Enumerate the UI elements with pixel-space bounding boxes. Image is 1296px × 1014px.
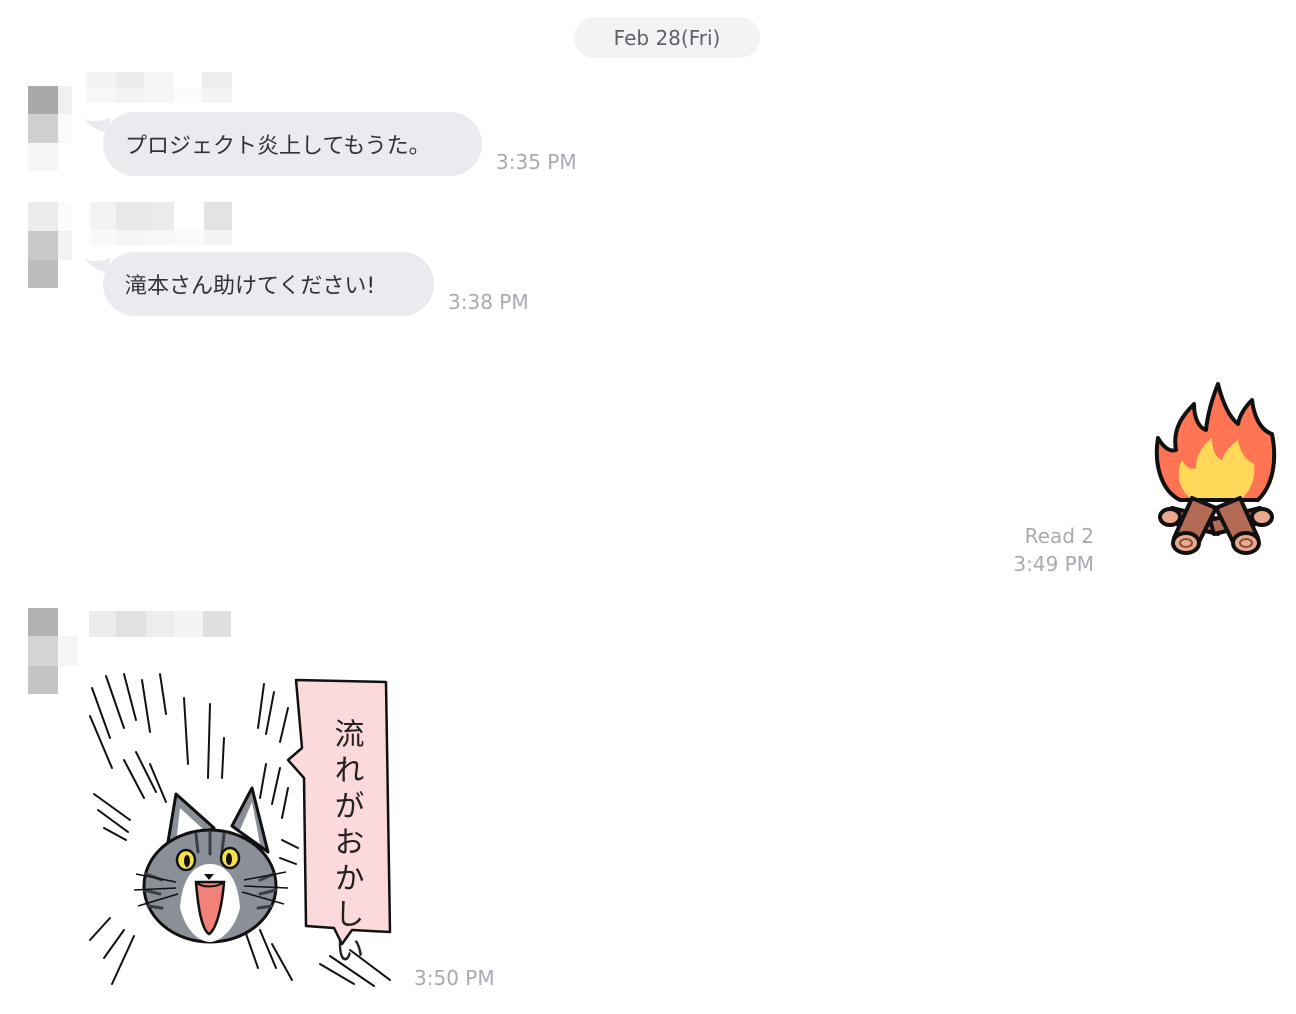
- message-time: 3:49 PM: [1013, 552, 1094, 576]
- message-time: 3:35 PM: [496, 150, 577, 174]
- message-time: 3:50 PM: [414, 966, 495, 990]
- avatar[interactable]: [28, 202, 72, 288]
- date-label: Feb 28(Fri): [613, 25, 721, 50]
- message-time: 3:38 PM: [448, 290, 529, 314]
- message-bubble[interactable]: 滝本さん助けてください!: [103, 252, 434, 316]
- sender-name: [86, 72, 232, 103]
- surprised-cat-sticker[interactable]: 流れがおかしい: [84, 668, 398, 994]
- read-receipt: Read 2: [1024, 524, 1094, 548]
- message-text: 滝本さん助けてください!: [125, 274, 376, 299]
- avatar[interactable]: [28, 86, 72, 171]
- sender-name: [90, 202, 232, 245]
- avatar[interactable]: [28, 608, 78, 694]
- campfire-icon[interactable]: [1150, 380, 1282, 558]
- message-text: プロジェクト炎上してもうた。: [125, 134, 431, 159]
- date-separator: Feb 28(Fri): [574, 17, 760, 58]
- sticker-caption: 流れがおかしい: [329, 718, 364, 970]
- message-bubble[interactable]: プロジェクト炎上してもうた。: [103, 112, 482, 176]
- sender-name: [89, 611, 231, 637]
